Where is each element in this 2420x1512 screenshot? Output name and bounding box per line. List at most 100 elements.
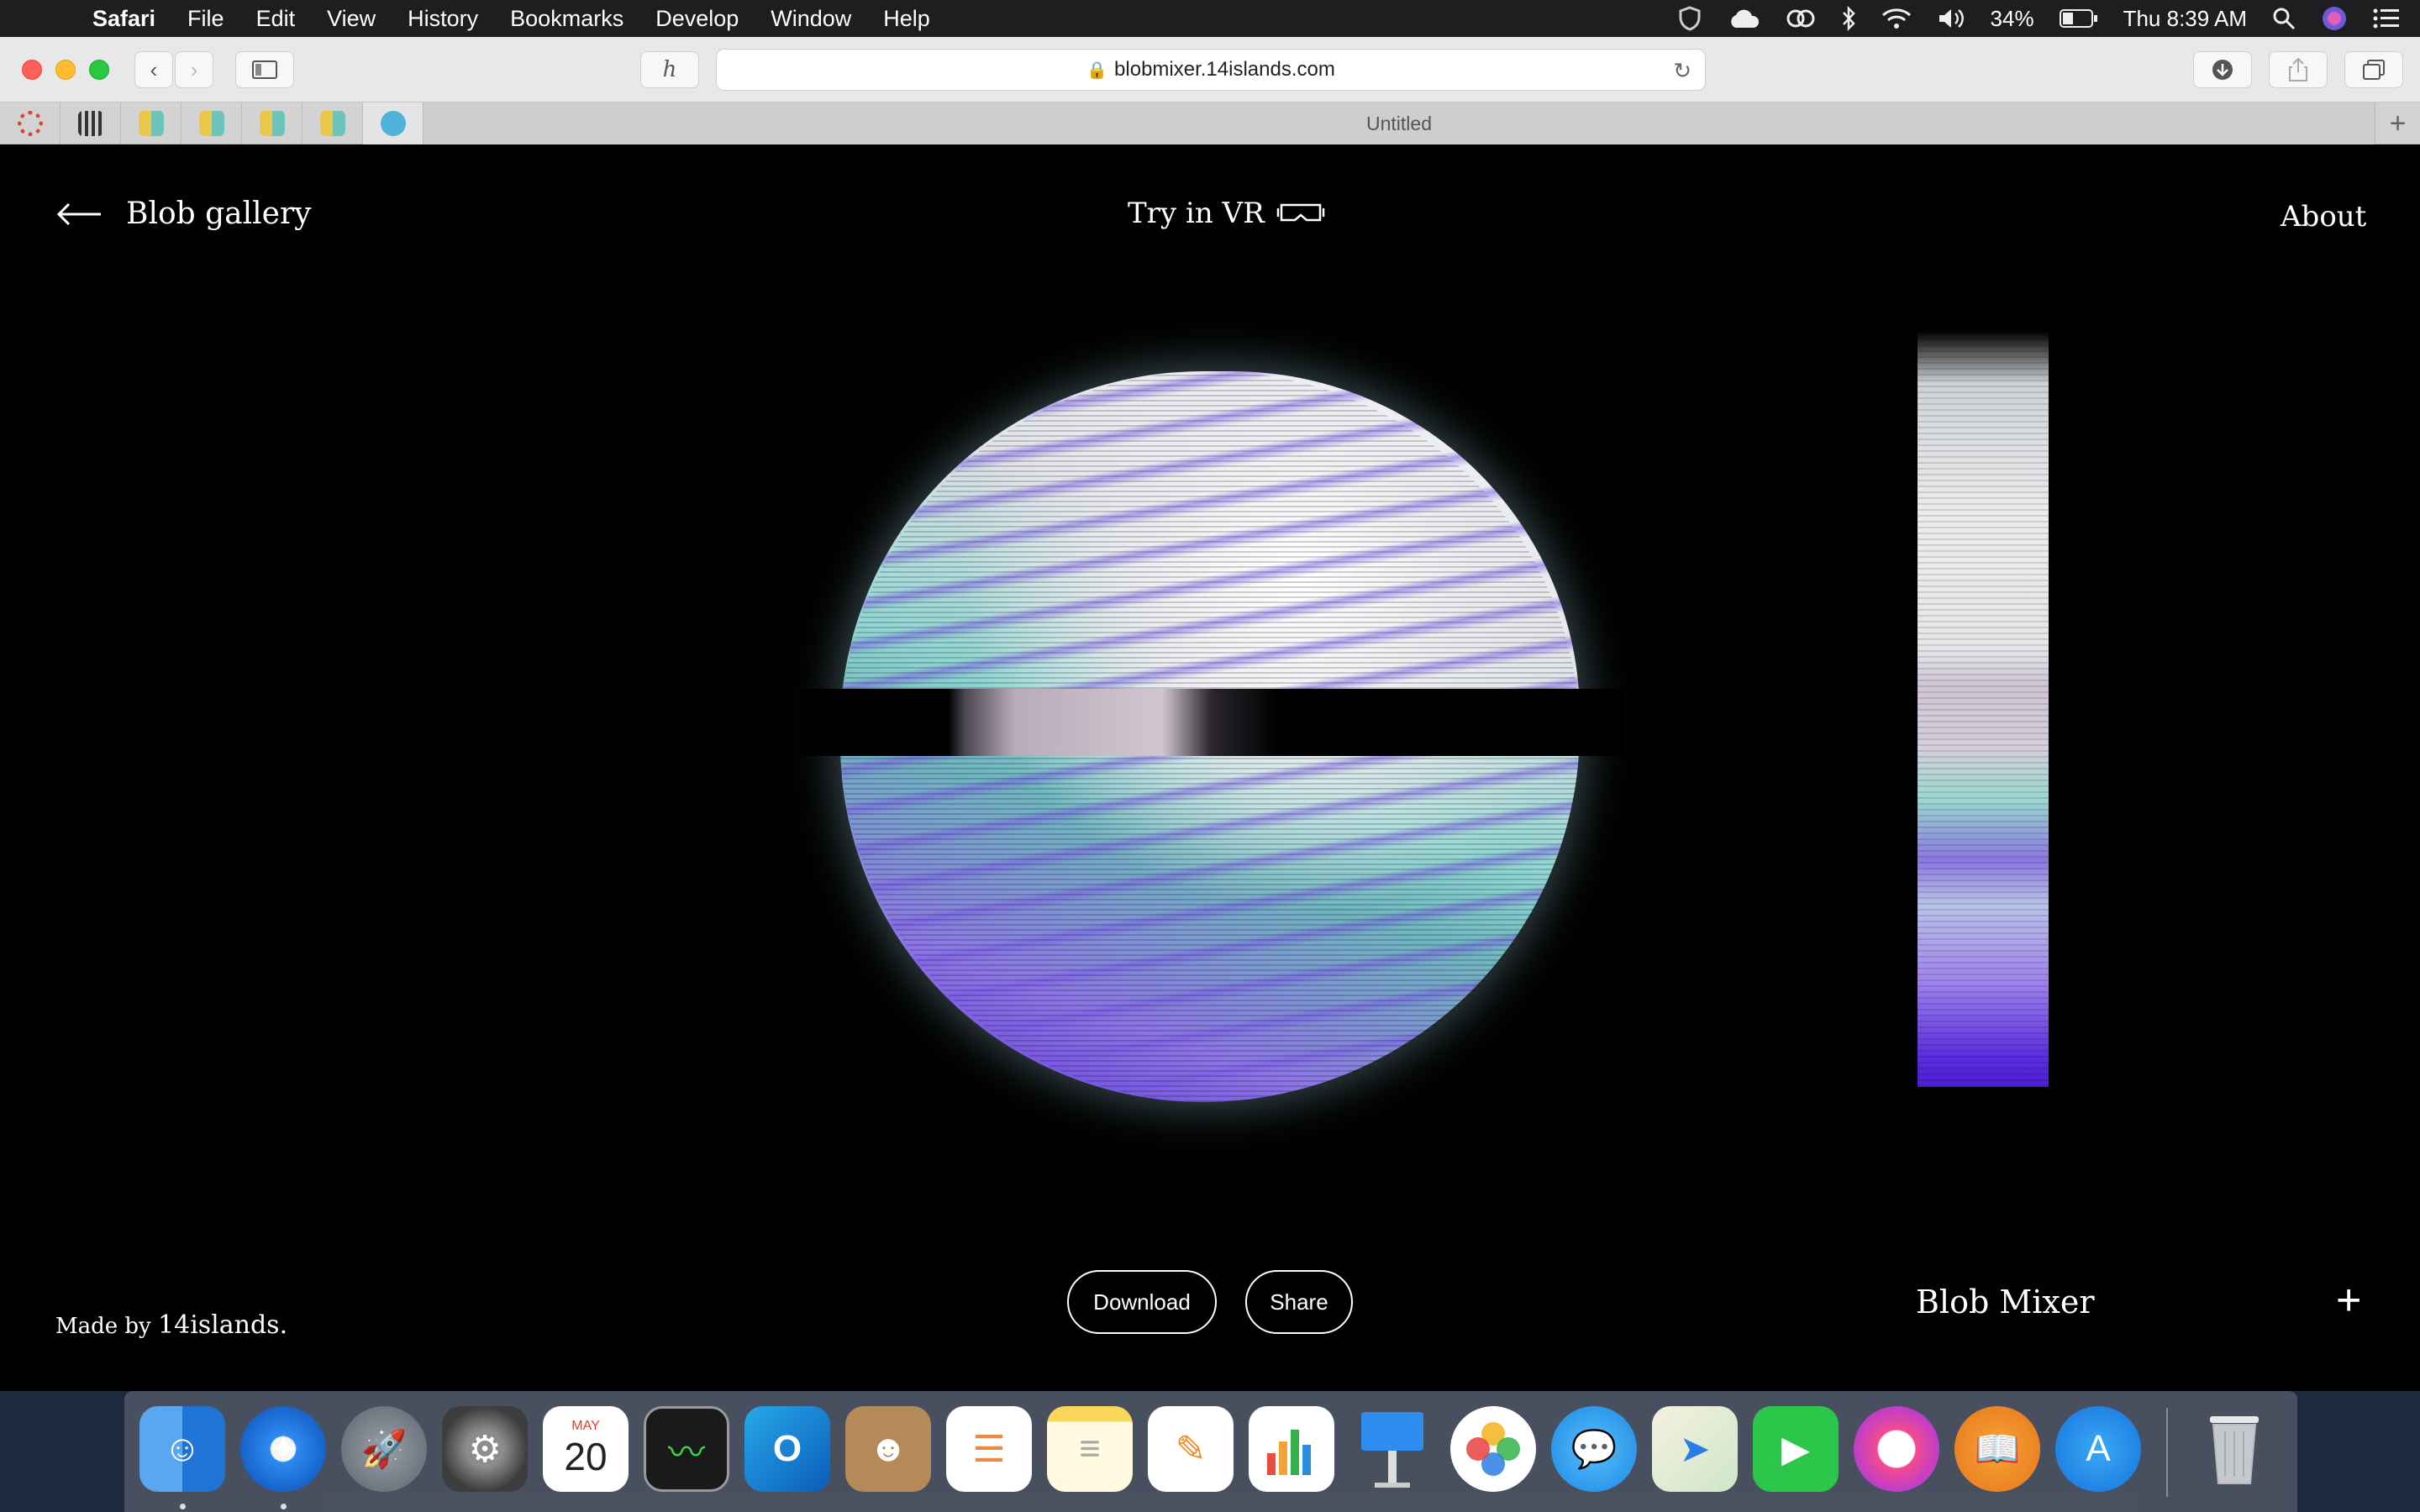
facetime-icon[interactable]: ▶: [1753, 1406, 1839, 1492]
spotlight-search-icon[interactable]: [2272, 7, 2296, 30]
reminders-icon[interactable]: ☰: [946, 1406, 1032, 1492]
book-favicon-icon: [138, 111, 164, 136]
share-toolbar-button[interactable]: [2269, 51, 2328, 88]
pinned-tab-active[interactable]: [363, 102, 424, 144]
outlook-icon[interactable]: O: [744, 1406, 830, 1492]
try-in-vr-link[interactable]: Try in VR: [1128, 197, 1325, 230]
itunes-icon[interactable]: ♫: [1854, 1406, 1939, 1492]
pinned-tab-6[interactable]: [302, 102, 363, 144]
calendar-month: MAY: [571, 1419, 600, 1433]
dock-separator: [2166, 1408, 2168, 1497]
tab-untitled[interactable]: Untitled: [424, 102, 2375, 144]
sidebar-icon: [252, 60, 277, 79]
pinned-tab-3[interactable]: [121, 102, 182, 144]
menu-history[interactable]: History: [408, 6, 478, 32]
finder-icon[interactable]: ☺: [139, 1406, 225, 1492]
reload-icon[interactable]: ↻: [1673, 58, 1691, 84]
calendar-icon[interactable]: MAY 20: [543, 1406, 629, 1492]
pinned-tab-1[interactable]: [0, 102, 60, 144]
blue-circle-favicon-icon: [380, 111, 406, 136]
battery-icon[interactable]: [2059, 8, 2098, 29]
menu-file[interactable]: File: [187, 6, 224, 32]
pages-icon[interactable]: ✎: [1148, 1406, 1234, 1492]
notification-center-icon[interactable]: [2373, 8, 2400, 29]
menu-edit[interactable]: Edit: [256, 6, 296, 32]
messages-icon[interactable]: 💬: [1551, 1406, 1637, 1492]
menu-window[interactable]: Window: [771, 6, 851, 32]
book-favicon-icon: [198, 111, 224, 136]
menu-help[interactable]: Help: [883, 6, 930, 32]
menu-app-name[interactable]: Safari: [92, 6, 155, 32]
share-icon: [2289, 57, 2307, 81]
contacts-icon[interactable]: ☻: [845, 1406, 931, 1492]
sidebar-toggle-button[interactable]: [235, 51, 294, 88]
creative-cloud-icon[interactable]: [1786, 8, 1816, 29]
keynote-icon[interactable]: [1349, 1406, 1435, 1492]
trash-can-icon: [2210, 1416, 2259, 1484]
pinned-tab-5[interactable]: [242, 102, 302, 144]
blob-gallery-link[interactable]: Blob gallery: [55, 197, 312, 231]
expand-plus-button[interactable]: +: [2336, 1275, 2361, 1326]
trash-icon[interactable]: [2191, 1406, 2277, 1492]
color-palette-strip[interactable]: [1918, 331, 2049, 1087]
lock-icon: 🔒: [1086, 60, 1108, 80]
window-close-button[interactable]: [22, 60, 42, 80]
window-fullscreen-button[interactable]: [89, 60, 109, 80]
podium-icon: [1361, 1412, 1423, 1488]
launchpad-icon[interactable]: 🚀: [341, 1406, 427, 1492]
red-gear-favicon-icon: [17, 111, 43, 136]
volume-icon[interactable]: [1937, 7, 1965, 30]
notes-icon[interactable]: ≡: [1047, 1406, 1133, 1492]
pinned-tab-2[interactable]: [60, 102, 121, 144]
download-button[interactable]: Download: [1067, 1270, 1217, 1334]
wifi-icon[interactable]: [1881, 7, 1912, 30]
share-button[interactable]: Share: [1245, 1270, 1353, 1334]
books-icon[interactable]: 📖: [1954, 1406, 2040, 1492]
chevron-right-icon: ›: [190, 56, 198, 82]
honey-extension-button[interactable]: h: [640, 51, 699, 88]
app-store-icon[interactable]: A: [2055, 1406, 2141, 1492]
made-by-credit: Made by 14islands.: [55, 1310, 287, 1340]
try-in-vr-label: Try in VR: [1128, 197, 1265, 230]
glitch-bar: [800, 689, 1623, 756]
numbers-icon[interactable]: [1249, 1406, 1334, 1492]
maps-icon[interactable]: ➤: [1652, 1406, 1738, 1492]
shield-icon[interactable]: [1678, 6, 1702, 31]
siri-icon[interactable]: [2321, 5, 2348, 32]
download-icon: [2212, 60, 2233, 80]
browser-toolbar: ‹ › h 🔒 blobmixer.14islands.com ↻: [0, 37, 2420, 102]
grid-favicon-icon: [77, 111, 103, 136]
menubar-clock[interactable]: Thu 8:39 AM: [2123, 6, 2247, 32]
safari-icon[interactable]: ✦: [240, 1406, 326, 1492]
battery-percent[interactable]: 34%: [1991, 6, 2034, 32]
tabs-overview-icon: [2363, 60, 2385, 80]
url-text: blobmixer.14islands.com: [1114, 58, 1335, 81]
new-tab-button[interactable]: +: [2375, 102, 2420, 144]
downloads-button[interactable]: [2193, 51, 2252, 88]
show-all-tabs-button[interactable]: [2344, 51, 2403, 88]
back-nav-button[interactable]: ‹: [134, 51, 173, 88]
dock: ☺ ✦ 🚀 ⚙ MAY 20 〰 O ☻ ☰ ≡ ✎ 💬 ➤ ▶ ♫ 📖 A: [124, 1391, 2297, 1512]
pinned-tab-4[interactable]: [182, 102, 242, 144]
bluetooth-icon[interactable]: [1841, 6, 1856, 31]
blob-canvas[interactable]: [790, 354, 1630, 1194]
photos-icon[interactable]: [1450, 1406, 1536, 1492]
about-link[interactable]: About: [2281, 200, 2366, 234]
calendar-day: 20: [564, 1435, 608, 1478]
address-bar[interactable]: 🔒 blobmixer.14islands.com ↻: [716, 49, 1706, 91]
chevron-left-icon: ‹: [150, 56, 158, 82]
menu-bookmarks[interactable]: Bookmarks: [510, 6, 623, 32]
vr-goggles-icon: [1276, 203, 1324, 222]
plus-icon: +: [2389, 107, 2407, 139]
book-favicon-icon: [259, 111, 285, 136]
activity-monitor-icon[interactable]: 〰: [644, 1406, 729, 1492]
menu-view[interactable]: View: [327, 6, 376, 32]
menu-develop[interactable]: Develop: [655, 6, 739, 32]
running-indicator: [180, 1504, 186, 1509]
brand-link[interactable]: 14islands.: [158, 1310, 287, 1340]
palette-scanlines: [1918, 331, 2049, 1087]
cloud-icon[interactable]: [1727, 8, 1760, 29]
window-minimize-button[interactable]: [55, 60, 76, 80]
system-preferences-icon[interactable]: ⚙: [442, 1406, 528, 1492]
forward-nav-button[interactable]: ›: [175, 51, 213, 88]
